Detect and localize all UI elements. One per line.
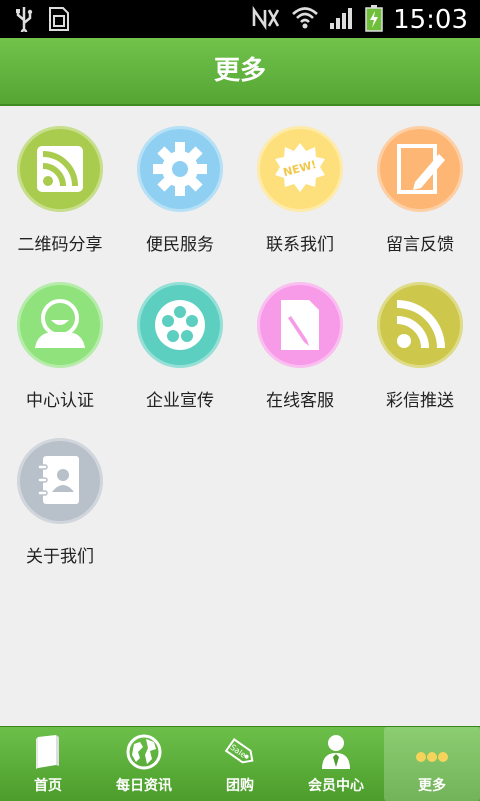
grid-item-promotion[interactable]: 企业宣传 [120,264,240,420]
more-dots-icon [414,733,450,771]
sim-icon [48,6,70,36]
new-badge-icon: NEW! [257,126,343,212]
contact-book-icon [17,438,103,524]
member-icon [318,733,354,771]
page-title: 更多 [0,38,480,106]
nav-item-group-buy[interactable]: Sale 团购 [192,727,288,801]
sale-tag-icon: Sale [222,733,258,771]
clock: 15:03 [393,5,468,35]
gear-icon [137,126,223,212]
nav-item-more[interactable]: 更多 [384,727,480,801]
grid-item-contact[interactable]: NEW! 联系我们 [240,108,360,264]
nav-item-label: 团购 [226,778,254,794]
grid-item-label: 在线客服 [266,391,334,411]
grid-item-about[interactable]: 关于我们 [0,420,120,576]
grid-item-feedback[interactable]: 留言反馈 [360,108,480,264]
bottom-nav: 首页 每日资讯 Sale 团购 会员中心 更多 [0,726,480,801]
book-icon [30,733,66,771]
grid-item-label: 二维码分享 [17,235,103,255]
grid-item-label: 彩信推送 [386,391,454,411]
wifi-icon [291,5,319,35]
nav-item-label: 会员中心 [308,778,364,794]
nav-item-daily-news[interactable]: 每日资讯 [96,727,192,801]
edit-note-icon [377,126,463,212]
nav-item-home[interactable]: 首页 [0,727,96,801]
user-icon [17,282,103,368]
usb-icon [14,6,34,36]
signal-icon [329,6,355,34]
grid-item-label: 关于我们 [26,547,94,567]
rss-icon [377,282,463,368]
grid-item-label: 便民服务 [146,235,214,255]
grid-item-online-service[interactable]: 在线客服 [240,264,360,420]
globe-icon [126,733,162,771]
nav-item-label: 更多 [418,778,446,794]
grid-item-qr-share[interactable]: 二维码分享 [0,108,120,264]
grid-item-certification[interactable]: 中心认证 [0,264,120,420]
grid-item-label: 留言反馈 [386,235,454,255]
grid-item-mms-push[interactable]: 彩信推送 [360,264,480,420]
nav-item-label: 首页 [34,778,62,794]
grid-item-label: 企业宣传 [146,391,214,411]
nav-item-member-center[interactable]: 会员中心 [288,727,384,801]
document-pen-icon [257,282,343,368]
nfc-icon [251,5,281,34]
film-reel-icon [137,282,223,368]
status-bar: 15:03 [0,0,480,38]
battery-charging-icon [365,4,383,36]
nav-item-label: 每日资讯 [116,778,172,794]
rss-square-icon [17,126,103,212]
grid-item-label: 中心认证 [26,391,94,411]
grid-item-services[interactable]: 便民服务 [120,108,240,264]
grid-item-label: 联系我们 [266,235,334,255]
